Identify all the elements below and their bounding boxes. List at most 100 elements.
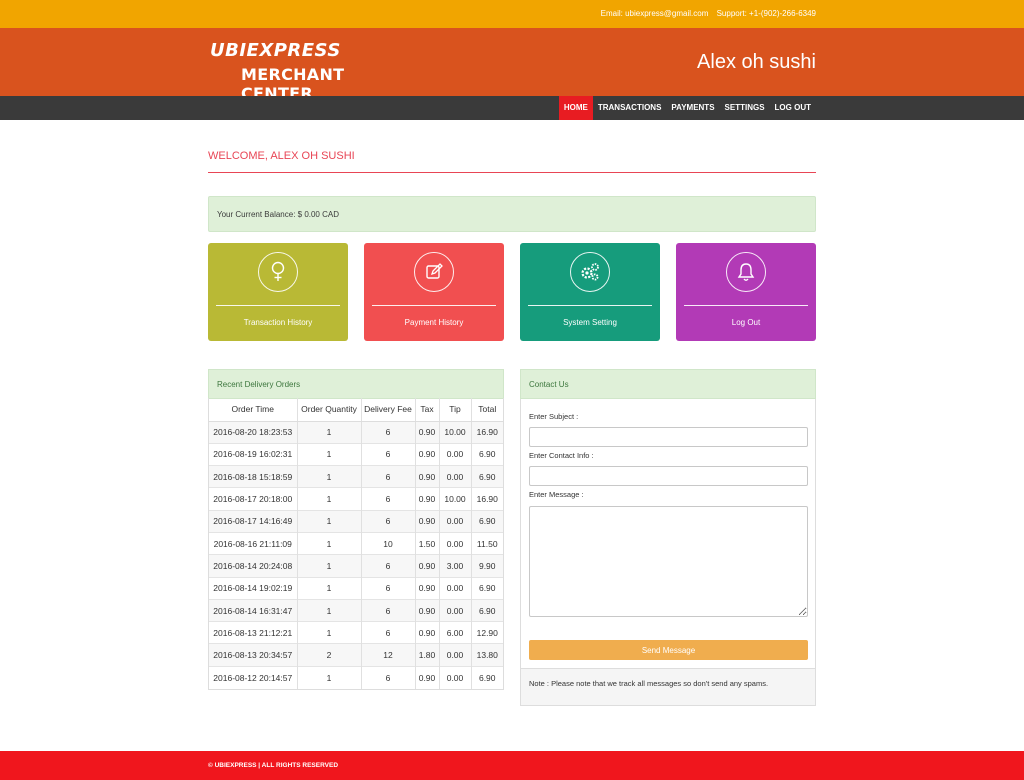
table-cell: 13.80 (471, 643, 503, 667)
site-logo[interactable]: UBIEXPRESS MERCHANT CENTER (208, 38, 418, 103)
table-cell: 2016-08-13 20:34:57 (209, 643, 298, 667)
nav-payments[interactable]: PAYMENTS (666, 96, 719, 120)
table-cell: 1 (297, 621, 362, 644)
table-cell: 10.00 (439, 420, 472, 444)
top-contact-info: Email: ubiexpress@gmail.com Support: +1-… (595, 9, 816, 18)
nav-log-out[interactable]: LOG OUT (770, 96, 816, 120)
table-cell: 2016-08-14 19:02:19 (209, 576, 298, 600)
table-cell: 1 (297, 554, 362, 578)
table-cell: 0.00 (439, 576, 472, 600)
nav-settings[interactable]: SETTINGS (720, 96, 770, 120)
table-cell: 12 (361, 643, 416, 667)
table-row: 2016-08-12 20:14:57 1 6 0.90 0.00 6.90 (209, 665, 503, 689)
send-message-button[interactable]: Send Message (529, 640, 808, 660)
nav-transactions[interactable]: TRANSACTIONS (593, 96, 667, 120)
log-out-tile[interactable]: Log Out (676, 243, 816, 341)
table-cell: 0.90 (415, 442, 440, 466)
main-nav: HOME TRANSACTIONS PAYMENTS SETTINGS LOG OUT (0, 96, 1024, 120)
orders-panel: Order Time Order Quantity Delivery Fee Tax T… (208, 398, 504, 690)
table-cell: 2016-08-18 15:18:59 (209, 465, 298, 488)
tile-label: Log Out (731, 318, 761, 327)
table-cell: 16.90 (471, 487, 503, 511)
table-cell: 0.90 (415, 598, 440, 622)
nav-menu: HOME TRANSACTIONS PAYMENTS SETTINGS LOG OUT (558, 96, 816, 120)
table-cell: 6 (361, 420, 416, 444)
table-cell: 1 (297, 576, 362, 600)
table-cell: 0.90 (415, 576, 440, 600)
merchant-name: Alex oh sushi (697, 51, 816, 73)
table-cell: 1 (297, 487, 362, 511)
tile-divider (216, 305, 340, 306)
orders-table-body: 2016-08-20 18:23:53 1 6 0.90 10.00 16.90 2016-… (209, 420, 503, 689)
table-cell: 6 (361, 465, 416, 488)
edit-icon (414, 252, 454, 292)
subject-label: Enter Subject : (529, 412, 579, 421)
table-row: 2016-08-14 20:24:08 1 6 0.90 3.00 9.90 (209, 554, 503, 578)
table-cell: 1 (297, 509, 362, 533)
column-header: Order Time (209, 398, 298, 422)
subject-input[interactable] (529, 427, 808, 447)
table-cell: 1 (297, 665, 362, 689)
table-row: 2016-08-19 16:02:31 1 6 0.90 0.00 6.90 (209, 442, 503, 466)
payment-history-tile[interactable]: Payment History (364, 243, 504, 341)
table-cell: 6.90 (471, 509, 503, 533)
column-header: Tax (415, 398, 440, 422)
table-cell: 2016-08-16 21:11:09 (209, 531, 298, 555)
table-cell: 6 (361, 665, 416, 689)
table-cell: 6 (361, 509, 416, 533)
table-row: 2016-08-16 21:11:09 1 10 1.50 0.00 11.50 (209, 531, 503, 555)
table-cell: 0.00 (439, 442, 472, 466)
table-cell: 10.00 (439, 487, 472, 511)
table-row: 2016-08-17 14:16:49 1 6 0.90 0.00 6.90 (209, 509, 503, 533)
table-cell: 11.50 (471, 531, 503, 555)
column-header: Total (471, 398, 503, 422)
table-cell: 1 (297, 420, 362, 444)
balance-alert: Your Current Balance: $ 0.00 CAD (208, 196, 816, 232)
table-cell: 6 (361, 598, 416, 622)
orders-panel-header: Recent Delivery Orders (208, 369, 504, 399)
table-cell: 0.90 (415, 465, 440, 488)
table-cell: 2016-08-19 16:02:31 (209, 442, 298, 466)
table-cell: 6 (361, 554, 416, 578)
table-cell: 2016-08-14 20:24:08 (209, 554, 298, 578)
transaction-history-tile[interactable]: Transaction History (208, 243, 348, 341)
tile-divider (528, 305, 652, 306)
message-textarea[interactable] (529, 506, 808, 617)
table-cell: 0.00 (439, 665, 472, 689)
table-cell: 0.00 (439, 465, 472, 488)
tile-label: System Setting (563, 318, 617, 327)
table-cell: 6 (361, 621, 416, 644)
table-cell: 6 (361, 576, 416, 600)
table-cell: 1 (297, 442, 362, 466)
table-cell: 6.90 (471, 442, 503, 466)
table-cell: 0.00 (439, 531, 472, 555)
system-setting-tile[interactable]: System Setting (520, 243, 660, 341)
table-cell: 2016-08-14 16:31:47 (209, 598, 298, 622)
table-cell: 6.90 (471, 576, 503, 600)
orders-header-row: Order Time Order Quantity Delivery Fee Tax T… (209, 398, 503, 422)
table-cell: 2016-08-17 14:16:49 (209, 509, 298, 533)
table-row: 2016-08-18 15:18:59 1 6 0.90 0.00 6.90 (209, 465, 503, 488)
tile-divider (684, 305, 808, 306)
message-label: Enter Message : (529, 490, 584, 499)
table-row: 2016-08-13 20:34:57 2 12 1.80 0.00 13.80 (209, 643, 503, 667)
heading-divider (208, 172, 816, 173)
table-row: 2016-08-14 19:02:19 1 6 0.90 0.00 6.90 (209, 576, 503, 600)
table-cell: 2016-08-20 18:23:53 (209, 420, 298, 444)
support-email[interactable]: Email: ubiexpress@gmail.com (601, 9, 709, 18)
table-cell: 3.00 (439, 554, 472, 578)
table-cell: 1 (297, 531, 362, 555)
table-row: 2016-08-14 16:31:47 1 6 0.90 0.00 6.90 (209, 598, 503, 622)
contact-info-input[interactable] (529, 466, 808, 486)
bell-icon (726, 252, 766, 292)
table-cell: 2016-08-17 20:18:00 (209, 487, 298, 511)
contact-info-label: Enter Contact Info : (529, 451, 594, 460)
nav-home[interactable]: HOME (558, 96, 593, 120)
table-cell: 16.90 (471, 420, 503, 444)
table-cell: 0.90 (415, 554, 440, 578)
column-header: Delivery Fee (361, 398, 416, 422)
contact-panel-header: Contact Us (520, 369, 816, 399)
table-cell: 6.90 (471, 598, 503, 622)
table-cell: 1 (297, 465, 362, 488)
table-row: 2016-08-17 20:18:00 1 6 0.90 10.00 16.90 (209, 487, 503, 511)
